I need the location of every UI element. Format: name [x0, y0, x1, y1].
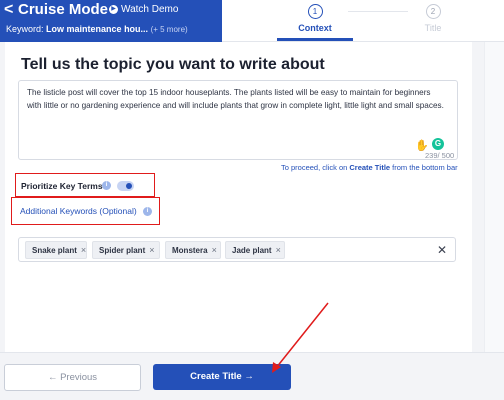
chip-label: Spider plant	[99, 246, 146, 255]
header-bar: < Cruise Mode ▶ Watch Demo Keyword: Low …	[0, 0, 222, 42]
create-title-button[interactable]: Create Title →	[153, 364, 291, 390]
keyword-chip: Spider plant ×	[92, 241, 160, 259]
watch-demo-label: Watch Demo	[121, 4, 179, 15]
topic-textarea[interactable]: The listicle post will cover the top 15 …	[18, 80, 458, 160]
keywords-input[interactable]: Snake plant × Spider plant × Monstera × Jad…	[18, 237, 456, 262]
back-chevron-icon[interactable]: <	[4, 1, 13, 19]
step-connector	[348, 11, 408, 12]
clear-all-icon[interactable]: ✕	[437, 243, 447, 257]
additional-keywords-row: Additional Keywords (Optional) i	[11, 197, 160, 225]
step-label: Context	[298, 23, 332, 33]
step-number: 1	[307, 4, 323, 19]
character-counter: 239/ 500	[425, 151, 455, 160]
chip-remove-icon[interactable]: ×	[212, 245, 217, 255]
chip-remove-icon[interactable]: ×	[149, 245, 154, 255]
page-title: Tell us the topic you want to write abou…	[21, 56, 325, 73]
stepper: 1 Context 2 Title	[222, 0, 504, 42]
proceed-suffix: from the bottom bar	[390, 163, 458, 172]
previous-button[interactable]: ← Previous	[4, 364, 141, 391]
proceed-hint: To proceed, click on Create Title from t…	[281, 163, 458, 172]
keyword-chip: Snake plant ×	[25, 241, 87, 259]
chip-label: Jade plant	[232, 246, 272, 255]
chip-label: Snake plant	[32, 246, 77, 255]
keyword-more[interactable]: (+ 5 more)	[151, 25, 188, 34]
additional-keywords-link[interactable]: Additional Keywords (Optional)	[20, 206, 137, 216]
prioritize-key-terms-row: Prioritize Key Terms i	[15, 173, 155, 197]
keyword-value: Low maintenance hou...	[46, 24, 149, 34]
toggle-knob	[126, 183, 132, 189]
prioritize-label: Prioritize Key Terms	[21, 181, 103, 191]
side-panel-edge	[484, 42, 504, 352]
keyword-prefix: Keyword:	[6, 24, 44, 34]
keyword-line: Keyword: Low maintenance hou... (+ 5 mor…	[6, 24, 188, 34]
chip-remove-icon[interactable]: ×	[81, 245, 86, 255]
step-title[interactable]: 2 Title	[403, 4, 463, 33]
play-icon: ▶	[109, 5, 118, 14]
keyword-chip: Jade plant ×	[225, 241, 285, 259]
app-title: Cruise Mode	[18, 1, 109, 18]
chip-remove-icon[interactable]: ×	[276, 245, 281, 255]
watch-demo-link[interactable]: ▶ Watch Demo	[109, 4, 178, 15]
keyword-chip: Monstera ×	[165, 241, 221, 259]
prioritize-toggle[interactable]	[117, 181, 134, 191]
proceed-prefix: To proceed, click on	[281, 163, 350, 172]
info-icon[interactable]: i	[143, 207, 152, 216]
proceed-action: Create Title	[349, 163, 391, 172]
chip-label: Monstera	[172, 246, 208, 255]
info-icon[interactable]: i	[102, 181, 111, 190]
step-context[interactable]: 1 Context	[285, 4, 345, 33]
topic-text[interactable]: The listicle post will cover the top 15 …	[27, 87, 447, 112]
step-label: Title	[424, 23, 442, 33]
active-step-underline	[277, 38, 353, 41]
step-number: 2	[425, 4, 441, 19]
grammarly-icon[interactable]: G	[432, 138, 444, 150]
